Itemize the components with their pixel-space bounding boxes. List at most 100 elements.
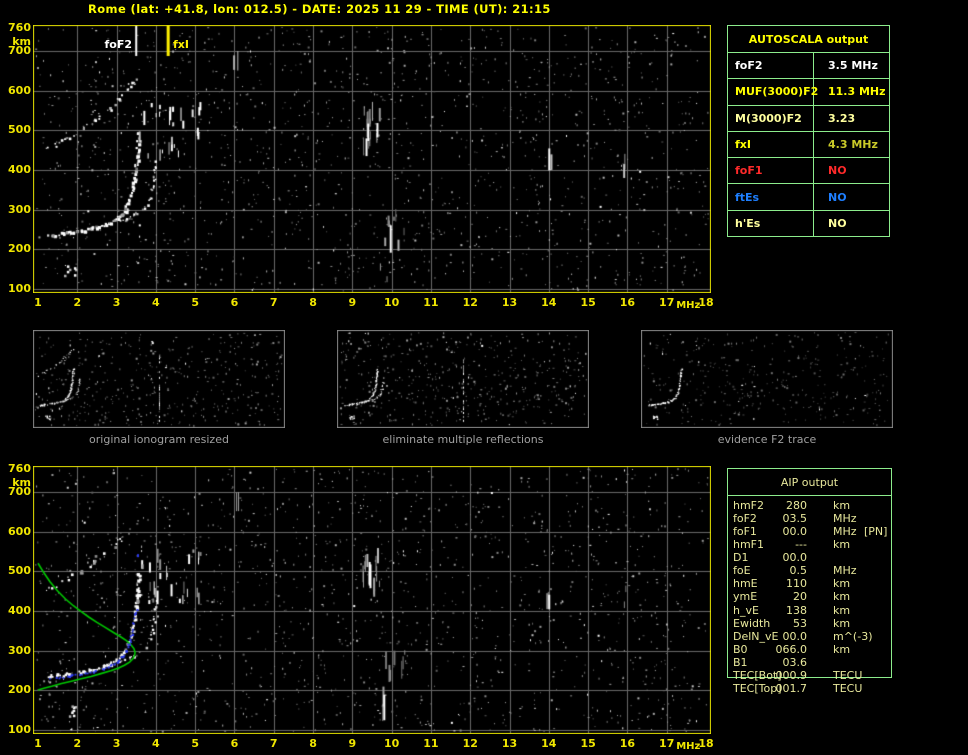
x-tick-label: 6 bbox=[230, 737, 239, 750]
aip-row: hmF2 280 km bbox=[727, 499, 892, 512]
top-ionogram-canvas bbox=[33, 25, 711, 293]
y-tick-label: 500 bbox=[8, 564, 31, 578]
x-tick-label: 10 bbox=[383, 737, 400, 750]
aip-param-unit: MHz bbox=[833, 512, 857, 526]
y-tick-label: 700 bbox=[8, 484, 31, 498]
x-tick-label: 9 bbox=[348, 737, 357, 750]
aip-row: D1 00.0 bbox=[727, 551, 892, 564]
y-tick-label: 760 bbox=[8, 21, 31, 34]
x-tick-label: 15 bbox=[580, 737, 596, 750]
aip-row: foF2 03.5 MHz bbox=[727, 512, 892, 525]
aip-table-title: AIP output bbox=[728, 469, 891, 496]
aip-param-unit: MHz bbox=[833, 525, 857, 539]
autoscala-row: foF1 NO bbox=[728, 158, 889, 185]
autoscala-param-value: 4.3 MHz bbox=[828, 137, 878, 151]
autoscala-param-label: ftEs bbox=[728, 184, 814, 210]
x-tick-label: 12 bbox=[462, 737, 478, 750]
autoscala-row: fxI 4.3 MHz bbox=[728, 131, 889, 159]
thumbnail-caption-1: original ionogram resized bbox=[89, 433, 229, 446]
x-tick-label: 8 bbox=[309, 296, 317, 309]
aip-param-value: 03.5 bbox=[782, 512, 808, 526]
y-tick-label: 300 bbox=[8, 643, 31, 657]
aip-param-value: 00.0 bbox=[782, 551, 808, 565]
x-tick-label: 16 bbox=[619, 296, 636, 309]
thumbnail-eliminate-reflections bbox=[337, 330, 589, 428]
autoscala-param-value: NO bbox=[828, 164, 847, 178]
autoscala-table-title: AUTOSCALA output bbox=[728, 26, 889, 53]
aip-row: foF1 00.0 MHz [PN] bbox=[727, 525, 892, 538]
thumbnail-original-ionogram bbox=[33, 330, 285, 428]
y-tick-label: 200 bbox=[8, 242, 31, 256]
autoscala-param-label: MUF(3000)F2 bbox=[728, 79, 818, 105]
x-tick-label: 1 bbox=[34, 737, 42, 750]
autoscala-param-value: NO bbox=[828, 216, 847, 230]
aip-param-note: [PN] bbox=[864, 525, 888, 539]
aip-row: hmF1 --- km bbox=[727, 538, 892, 551]
y-tick-label: 100 bbox=[8, 723, 31, 736]
autoscala-param-label: foF1 bbox=[728, 158, 814, 184]
x-tick-label: 4 bbox=[152, 737, 160, 750]
autoscala-output-table: AUTOSCALA output foF2 3.5 MHz MUF(3000)F2 1… bbox=[727, 25, 890, 237]
aip-param-unit: MHz bbox=[833, 564, 857, 578]
aip-param-value: 280 bbox=[786, 499, 807, 512]
aip-param-value: 000.9 bbox=[775, 668, 808, 682]
autoscala-param-value: 3.5 MHz bbox=[828, 59, 878, 73]
autoscala-param-value: 3.23 bbox=[828, 111, 856, 125]
aip-param-unit: m^(-3) bbox=[833, 629, 873, 643]
autoscala-param-label: foF2 bbox=[728, 53, 814, 79]
y-tick-label: 760 bbox=[8, 462, 31, 475]
y-tick-label: 200 bbox=[8, 683, 31, 697]
x-tick-label: 10 bbox=[383, 296, 400, 309]
aip-param-unit: km bbox=[833, 642, 851, 656]
aip-param-value: 110 bbox=[786, 577, 807, 591]
y-tick-label: 600 bbox=[8, 524, 31, 538]
aip-param-unit: TECU bbox=[833, 681, 863, 695]
aip-row: foE 0.5 MHz bbox=[727, 564, 892, 577]
y-tick-label: 700 bbox=[8, 43, 31, 57]
aip-param-unit: km bbox=[833, 538, 851, 552]
aip-param-value: --- bbox=[795, 538, 807, 552]
y-tick-label: 500 bbox=[8, 123, 31, 137]
aip-param-unit: TECU bbox=[833, 668, 863, 682]
aip-row: B1 03.6 bbox=[727, 656, 892, 669]
autoscala-row: foF2 3.5 MHz bbox=[728, 53, 889, 80]
x-tick-label: 4 bbox=[152, 296, 160, 309]
aip-param-label: B1 bbox=[733, 655, 748, 669]
aip-param-unit: km bbox=[833, 577, 851, 591]
x-tick-label: 6 bbox=[230, 296, 239, 309]
aip-param-value: 20 bbox=[793, 590, 807, 604]
autoscala-param-label: M(3000)F2 bbox=[728, 105, 814, 131]
y-tick-label: 400 bbox=[8, 603, 31, 617]
aip-row: hmE 110 km bbox=[727, 577, 892, 590]
aip-param-unit: km bbox=[833, 499, 851, 512]
x-tick-label: 7 bbox=[269, 296, 278, 309]
aip-row: TEC[Bot] 000.9 TECU bbox=[727, 669, 892, 682]
x-tick-label: 3 bbox=[112, 296, 121, 309]
fxi-marker-label: fxI bbox=[173, 38, 189, 51]
aip-param-label: B0 bbox=[733, 642, 748, 656]
x-axis-unit-mhz: MHz bbox=[676, 741, 701, 752]
aip-param-unit: km bbox=[833, 603, 851, 617]
x-tick-label: 13 bbox=[501, 737, 518, 750]
aip-row: Ewidth 53 km bbox=[727, 617, 892, 630]
x-tick-label: 11 bbox=[423, 296, 439, 309]
x-tick-label: 5 bbox=[191, 737, 199, 750]
autoscala-row: MUF(3000)F2 11.3 MHz bbox=[728, 79, 889, 106]
autoscala-screen: Rome (lat: +41.8, lon: 012.5) - DATE: 20… bbox=[0, 0, 968, 755]
x-tick-label: 13 bbox=[501, 296, 518, 309]
x-tick-label: 5 bbox=[191, 296, 199, 309]
autoscala-param-label: h'Es bbox=[728, 210, 814, 236]
x-tick-label: 16 bbox=[619, 737, 636, 750]
y-tick-label: 600 bbox=[8, 83, 31, 97]
autoscala-row: ftEs NO bbox=[728, 184, 889, 211]
autoscala-param-label: fxI bbox=[728, 131, 814, 158]
aip-param-value: 001.7 bbox=[775, 681, 808, 695]
aip-row: TEC[Top] 001.7 TECU bbox=[727, 682, 892, 695]
x-tick-label: 7 bbox=[269, 737, 278, 750]
aip-param-value: 53 bbox=[793, 616, 807, 630]
aip-param-value: 0.5 bbox=[789, 564, 808, 578]
x-tick-label: 2 bbox=[73, 737, 82, 750]
x-tick-label: 3 bbox=[112, 737, 121, 750]
aip-param-unit: km bbox=[833, 590, 851, 604]
y-tick-label: 100 bbox=[8, 282, 31, 295]
